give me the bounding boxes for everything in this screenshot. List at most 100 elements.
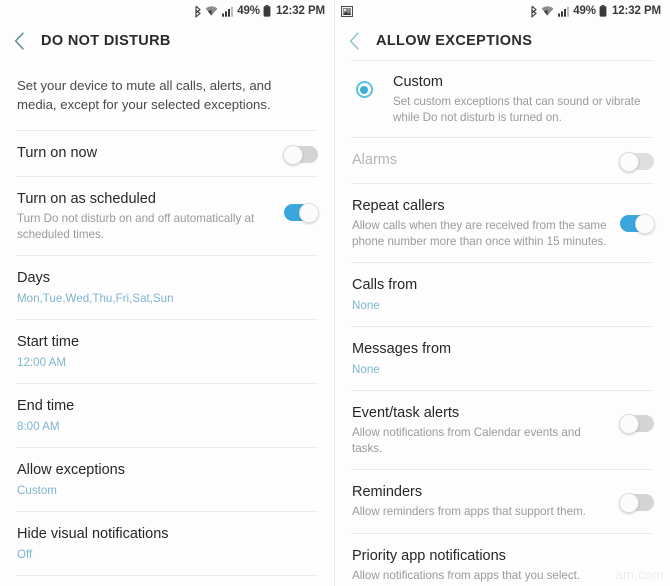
turn-on-now-toggle[interactable] <box>283 144 318 165</box>
status-bar-notification-icons <box>341 5 353 17</box>
battery-icon <box>264 5 271 17</box>
wifi-icon <box>541 5 554 16</box>
list-item[interactable]: Event/task alerts Allow notifications fr… <box>335 391 670 469</box>
back-button[interactable] <box>349 32 360 50</box>
list-item-subtitle: Allow notifications from apps that you s… <box>352 568 581 582</box>
list-item-value: Custom <box>17 483 57 497</box>
alarms-toggle <box>619 151 654 172</box>
list-item-title: Allow exceptions <box>17 462 125 478</box>
list-item-title: Messages from <box>352 341 452 357</box>
toggle-knob <box>619 413 639 434</box>
list-item-subtitle: Turn Do not disturb on and off automatic… <box>17 212 255 241</box>
list-item-value: 12:00 AM <box>17 355 66 369</box>
list-item[interactable]: Repeat callers Allow calls when they are… <box>335 184 670 262</box>
list-item[interactable]: Priority app notifications Allow notific… <box>335 534 670 586</box>
row-texts: End time 8:00 AM <box>17 397 318 434</box>
do-not-disturb-screen: 49% 12:32 PM DO NOT DISTURB Set your dev… <box>0 0 335 586</box>
page-title: ALLOW EXCEPTIONS <box>376 33 533 49</box>
toggle-knob <box>619 492 639 513</box>
row-texts: Days Mon,Tue,Wed,Thu,Fri,Sat,Sun <box>17 269 318 306</box>
list-item-value: 8:00 AM <box>17 419 60 433</box>
description-text: Set your device to mute all calls, alert… <box>17 78 272 112</box>
radio-wrap <box>335 73 393 98</box>
signal-icon <box>221 6 233 17</box>
event-task-alerts-toggle[interactable] <box>619 413 654 434</box>
list-item-title: Days <box>17 270 51 286</box>
battery-icon <box>600 5 607 17</box>
list-item[interactable]: Reminders Allow reminders from apps that… <box>335 470 670 533</box>
dual-screenshot-container: 49% 12:32 PM DO NOT DISTURB Set your dev… <box>0 0 670 586</box>
row-texts: Custom Set custom exceptions that can so… <box>393 73 654 125</box>
allow-exceptions-screen: 49% 12:32 PM ALLOW EXCEPTIONS Custom Set… <box>335 0 670 586</box>
toggle-knob <box>635 213 655 234</box>
list-item[interactable]: End time 8:00 AM <box>0 384 334 447</box>
wifi-icon <box>205 5 218 16</box>
toggle-knob <box>619 151 639 172</box>
bluetooth-icon <box>195 5 201 18</box>
row-texts: Turn on as scheduled Turn Do not disturb… <box>17 190 284 242</box>
row-texts: Event/task alerts Allow notifications fr… <box>352 404 620 456</box>
row-texts: Messages from None <box>352 340 654 377</box>
list-item[interactable]: Calls from None <box>335 263 670 326</box>
page-title: DO NOT DISTURB <box>41 33 171 49</box>
list-item-title: Repeat callers <box>352 198 445 214</box>
list-item-value: None <box>352 362 380 376</box>
row-texts: Allow exceptions Custom <box>17 461 318 498</box>
list-item[interactable]: Hide visual notifications Off <box>0 512 334 575</box>
custom-option-row[interactable]: Custom Set custom exceptions that can so… <box>335 61 670 137</box>
clock-label: 12:32 PM <box>275 5 325 17</box>
custom-option-subtitle: Set custom exceptions that can sound or … <box>393 95 641 124</box>
settings-list-left: Set your device to mute all calls, alert… <box>0 60 334 576</box>
row-texts: Turn on now <box>17 144 284 163</box>
row-texts: Repeat callers Allow calls when they are… <box>352 197 620 249</box>
row-texts: Reminders Allow reminders from apps that… <box>352 483 620 520</box>
toggle-knob <box>299 202 319 223</box>
list-item-title: Reminders <box>352 484 423 500</box>
list-item[interactable]: Turn on now <box>0 131 334 176</box>
back-button[interactable] <box>14 32 25 50</box>
list-item-subtitle: Allow reminders from apps that support t… <box>352 505 586 518</box>
battery-percent-label: 49% <box>237 5 260 17</box>
status-bar-right-icons: 49% 12:32 PM <box>194 5 325 18</box>
radio-selected-icon[interactable] <box>355 81 373 98</box>
list-item-title: Priority app notifications <box>352 547 506 564</box>
list-item-value: None <box>352 298 380 312</box>
list-item-subtitle: Allow notifications from Calendar events… <box>352 426 581 455</box>
status-bar-right: 49% 12:32 PM <box>335 0 670 22</box>
turn-on-as-scheduled-toggle[interactable] <box>284 202 319 223</box>
battery-percent-label: 49% <box>573 5 596 17</box>
list-item[interactable]: Turn on as scheduled Turn Do not disturb… <box>0 177 334 255</box>
divider <box>16 575 318 576</box>
list-item-title: Hide visual notifications <box>17 526 169 542</box>
list-item-title: End time <box>17 398 75 414</box>
chevron-left-icon <box>349 32 359 50</box>
list-item[interactable]: Allow exceptions Custom <box>0 448 334 511</box>
chevron-left-icon <box>14 32 24 50</box>
status-bar-right-icons: 49% 12:32 PM <box>530 5 661 18</box>
list-item-subtitle: Allow calls when they are received from … <box>352 219 607 248</box>
list-item-title: Start time <box>17 334 80 350</box>
signal-icon <box>557 6 569 17</box>
list-item-value: Off <box>17 547 33 561</box>
list-item-value: Mon,Tue,Wed,Thu,Fri,Sat,Sun <box>17 291 174 305</box>
repeat-callers-toggle[interactable] <box>620 213 655 234</box>
title-bar-right: ALLOW EXCEPTIONS <box>335 22 670 60</box>
toggle-knob <box>283 144 303 165</box>
status-bar-left: 49% 12:32 PM <box>0 0 334 22</box>
settings-list-right: Custom Set custom exceptions that can so… <box>335 60 670 586</box>
bluetooth-icon <box>531 5 537 18</box>
list-item: Alarms <box>335 138 670 183</box>
list-item[interactable]: Days Mon,Tue,Wed,Thu,Fri,Sat,Sun <box>0 256 334 319</box>
list-item-title: Event/task alerts <box>352 405 460 421</box>
row-texts: Start time 12:00 AM <box>17 333 318 370</box>
reminders-toggle[interactable] <box>619 492 654 513</box>
row-texts: Calls from None <box>352 276 654 313</box>
list-item[interactable]: Start time 12:00 AM <box>0 320 334 383</box>
list-item[interactable]: Messages from None <box>335 327 670 390</box>
list-item-title: Calls from <box>352 277 418 293</box>
row-texts: Priority app notifications Allow notific… <box>352 547 654 584</box>
list-item-title: Turn on as scheduled <box>17 191 156 207</box>
clock-label: 12:32 PM <box>611 5 661 17</box>
row-texts: Alarms <box>352 151 620 170</box>
row-texts: Hide visual notifications Off <box>17 525 318 562</box>
